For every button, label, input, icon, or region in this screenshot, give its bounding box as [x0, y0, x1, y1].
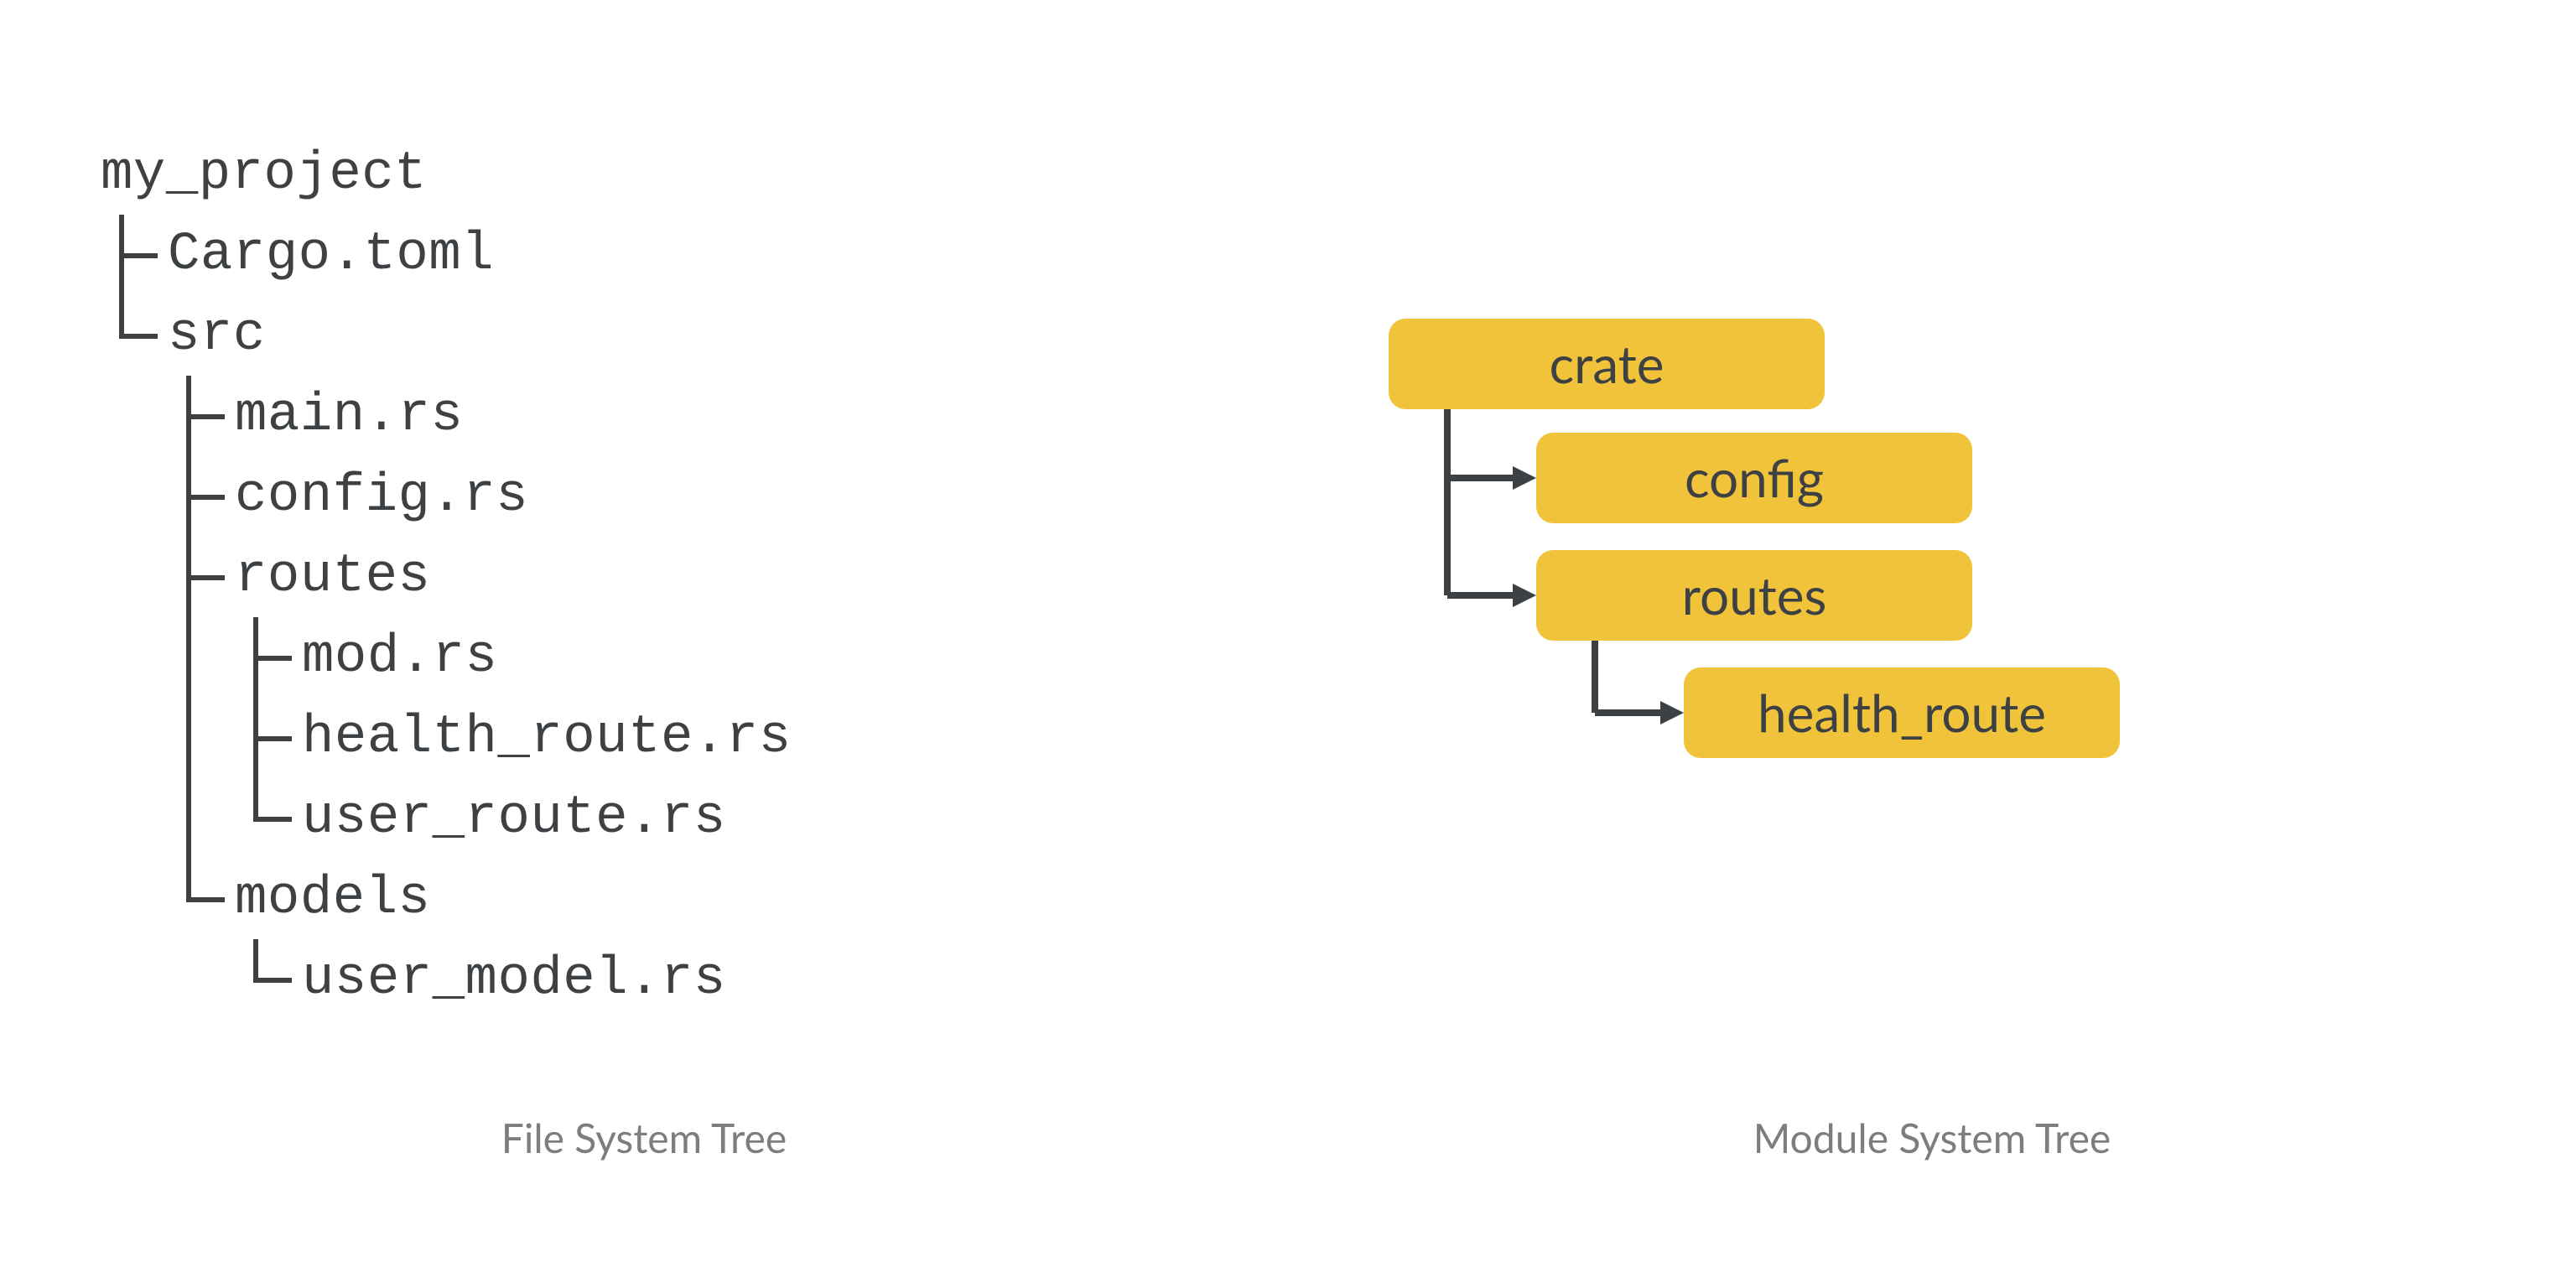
fs-label: config.rs [235, 466, 528, 527]
module-node-health-route: health_route [1684, 667, 2120, 758]
fs-node: health_route.rs [101, 698, 792, 778]
diagram-stage: my_project Cargo.toml src main.rs config… [0, 0, 2576, 1288]
filesystem-caption: File System Tree [0, 1114, 1288, 1162]
fs-label: models [235, 869, 430, 929]
fs-label: user_model.rs [302, 949, 726, 1010]
filesystem-panel: my_project Cargo.toml src main.rs config… [0, 0, 1288, 1288]
module-node-crate: crate [1389, 319, 1825, 409]
module-label: config [1685, 447, 1824, 509]
fs-label: Cargo.toml [168, 225, 494, 285]
modules-caption: Module System Tree [1288, 1114, 2576, 1162]
fs-node: user_model.rs [101, 939, 792, 1020]
module-node-routes: routes [1536, 550, 1972, 641]
fs-label: src [168, 305, 266, 366]
modules-panel: crate config routes health_route Module … [1288, 0, 2576, 1288]
fs-node: user_route.rs [101, 778, 792, 859]
fs-node: routes [101, 537, 792, 617]
fs-label: mod.rs [302, 627, 497, 688]
fs-node-root: my_project [101, 134, 792, 215]
fs-node: models [101, 859, 792, 939]
fs-node: mod.rs [101, 617, 792, 698]
fs-node: Cargo.toml [101, 215, 792, 295]
fs-label: main.rs [235, 386, 463, 446]
fs-label: health_route.rs [302, 708, 792, 768]
module-node-config: config [1536, 433, 1972, 523]
module-label: crate [1550, 333, 1665, 395]
fs-node: main.rs [101, 376, 792, 456]
module-label: routes [1682, 564, 1827, 626]
module-label: health_route [1758, 682, 2046, 744]
fs-label: user_route.rs [302, 788, 726, 849]
fs-node: src [101, 295, 792, 376]
fs-label: my_project [101, 144, 427, 205]
filesystem-tree: my_project Cargo.toml src main.rs config… [101, 134, 792, 1020]
fs-node: config.rs [101, 456, 792, 537]
fs-label: routes [235, 547, 430, 607]
